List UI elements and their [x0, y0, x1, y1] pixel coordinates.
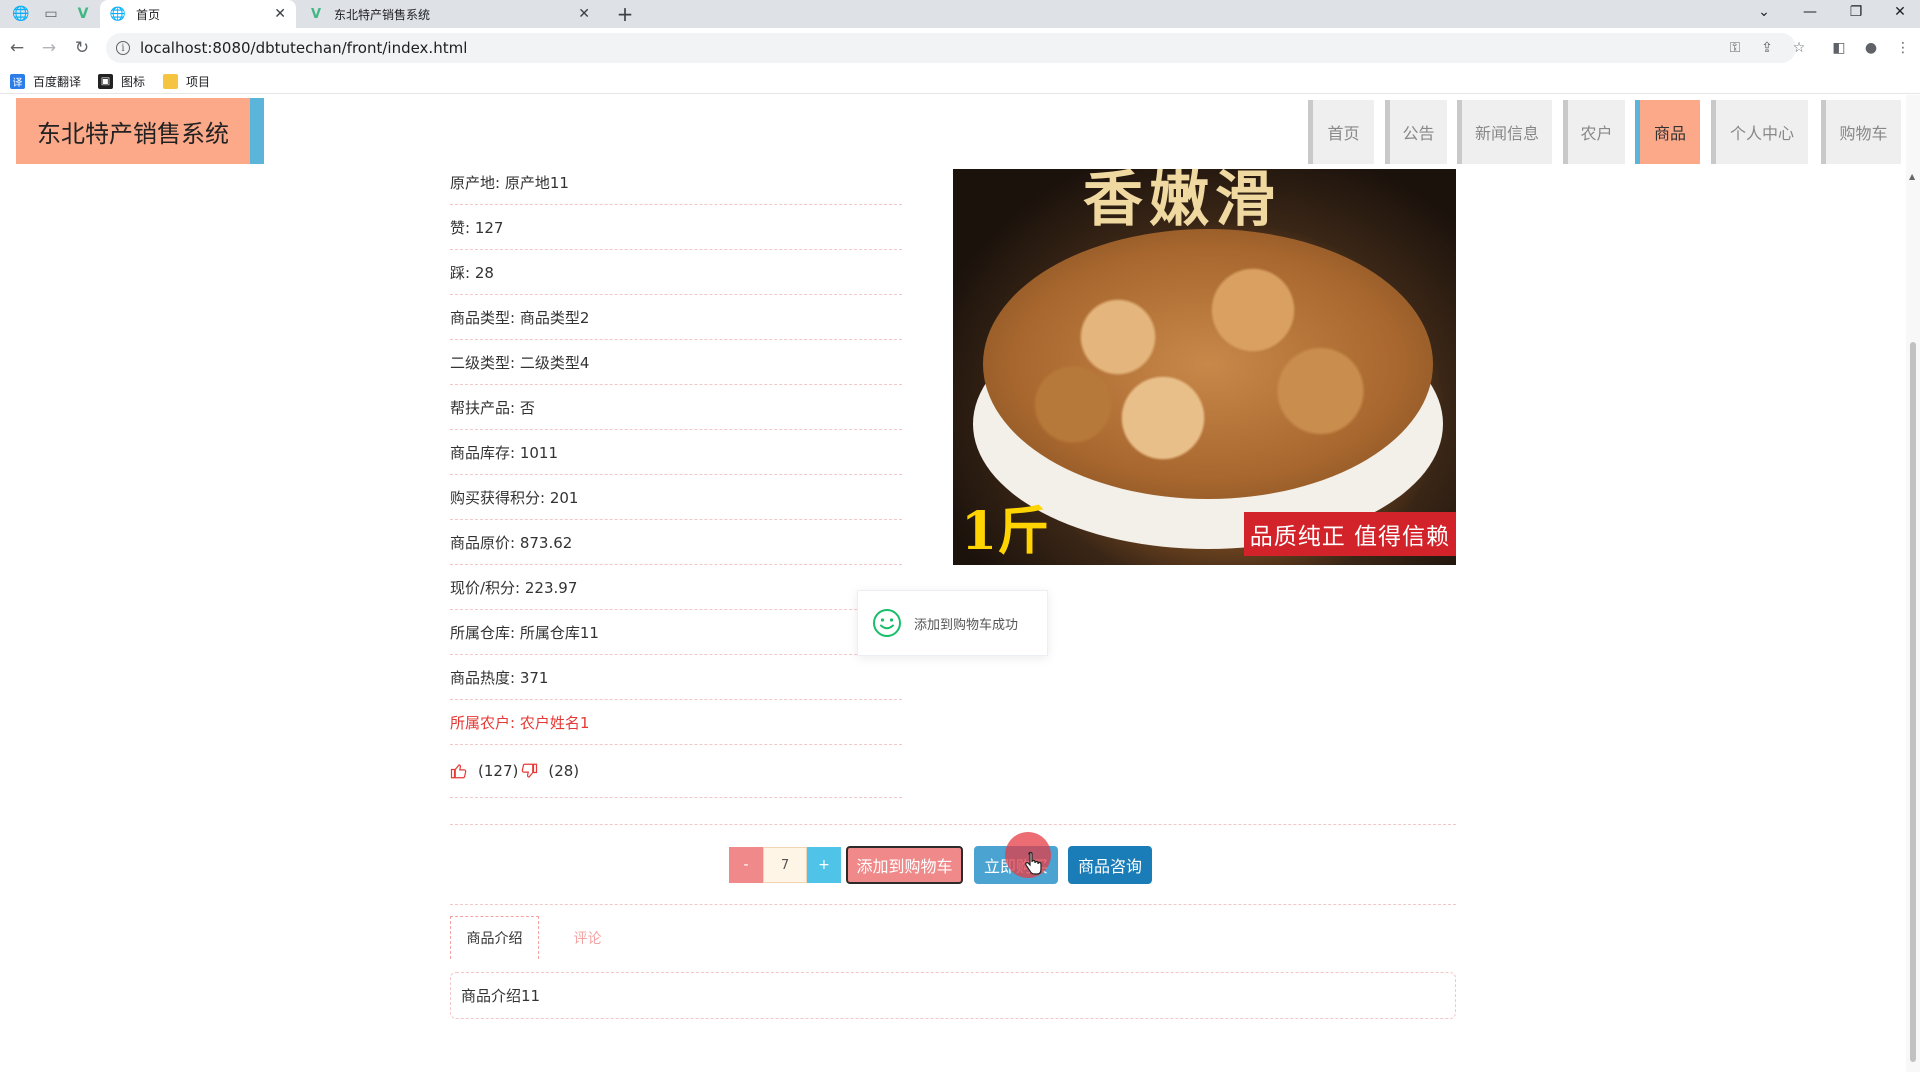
browser-menu-icon[interactable]: ⋮ — [1892, 37, 1914, 59]
field-current-price: 现价/积分: 223.97 — [450, 565, 902, 610]
pinned-tab-vue-icon[interactable]: V — [68, 2, 98, 26]
back-arrow-icon[interactable]: ← — [5, 36, 29, 60]
window-close-icon[interactable]: ✕ — [1880, 0, 1920, 24]
product-info-list: 原产地: 原产地11 赞: 127 踩: 28 商品类型: 商品类型2 二级类型… — [450, 160, 902, 798]
bookmark-baidu-translate[interactable]: 译 百度翻译 — [10, 73, 81, 90]
folder-icon — [163, 74, 178, 89]
tab-close-icon[interactable]: ✕ — [274, 6, 286, 22]
scroll-thumb[interactable] — [1910, 342, 1916, 1062]
vote-row: (127) (28) — [450, 745, 902, 798]
quantity-increase-button[interactable]: + — [807, 847, 841, 883]
bookmark-label: 图标 — [121, 75, 146, 89]
bookmarks-bar: 译 百度翻译 ▣ 图标 项目 — [0, 68, 1920, 94]
tab-comments[interactable]: 评论 — [550, 916, 625, 959]
reload-icon[interactable]: ↻ — [70, 36, 94, 60]
key-icon[interactable]: ⚿ — [1724, 37, 1746, 59]
bookmark-icons[interactable]: ▣ 图标 — [98, 73, 145, 90]
nav-item-news[interactable]: 新闻信息 — [1457, 100, 1552, 164]
field-product-type: 商品类型: 商品类型2 — [450, 295, 902, 340]
hand-cursor-icon — [1025, 852, 1042, 875]
image-mushroom-pile — [983, 229, 1433, 499]
field-dislikes: 踩: 28 — [450, 250, 902, 295]
browser-tab-title: 东北特产销售系统 — [334, 7, 431, 22]
profile-avatar-icon[interactable]: ● — [1860, 37, 1882, 59]
bookmark-folder-projects[interactable]: 项目 — [163, 73, 210, 90]
field-original-price: 商品原价: 873.62 — [450, 520, 902, 565]
pinned-tab-page-icon[interactable]: ▭ — [36, 2, 66, 26]
dislike-count: (28) — [548, 762, 580, 780]
bookmark-label: 项目 — [186, 75, 211, 89]
field-stock: 商品库存: 1011 — [450, 430, 902, 475]
scroll-up-arrow-icon[interactable]: ▲ — [1909, 172, 1915, 181]
page-content: 东北特产销售系统 首页 公告 新闻信息 农户 商品 个人中心 购物车 原产地: … — [0, 95, 1920, 1072]
success-toast: 添加到购物车成功 — [857, 590, 1048, 656]
page-scrollbar[interactable]: ▲ — [1906, 95, 1920, 1072]
smile-icon — [873, 609, 901, 637]
image-icon: ▣ — [98, 74, 113, 89]
tab-close-icon[interactable]: ✕ — [578, 6, 590, 22]
field-subtype: 二级类型: 二级类型4 — [450, 340, 902, 385]
field-likes: 赞: 127 — [450, 205, 902, 250]
globe-icon: 🌐 — [109, 6, 127, 22]
minimize-icon[interactable]: — — [1790, 0, 1830, 24]
field-assistance: 帮扶产品: 否 — [450, 385, 902, 430]
browser-tab-title: 首页 — [136, 7, 161, 22]
image-banner-text: 品质纯正 值得信赖 — [1243, 512, 1456, 556]
quantity-decrease-button[interactable]: - — [729, 847, 763, 883]
browser-tab-system[interactable]: V 东北特产销售系统 ✕ — [298, 0, 600, 28]
browser-toolbar: ← → ↻ i localhost:8080/dbtutechan/front/… — [0, 28, 1920, 68]
pinned-tab-globe-icon[interactable]: 🌐 — [6, 2, 36, 26]
tab-product-intro[interactable]: 商品介绍 — [450, 916, 539, 959]
field-origin: 原产地: 原产地11 — [450, 160, 902, 205]
browser-tab-home[interactable]: 🌐 首页 ✕ — [100, 0, 296, 28]
image-weight-text: 1斤 — [961, 501, 1050, 562]
image-title-text: 香嫩滑 — [1083, 169, 1281, 235]
product-description: 商品介绍11 — [450, 972, 1456, 1019]
divider — [450, 904, 1456, 905]
field-warehouse: 所属仓库: 所属仓库11 — [450, 610, 902, 655]
quantity-input[interactable]: 7 — [763, 847, 807, 883]
address-url[interactable]: localhost:8080/dbtutechan/front/index.ht… — [140, 39, 467, 57]
nav-item-products[interactable]: 商品 — [1635, 100, 1700, 164]
nav-item-farmers[interactable]: 农户 — [1563, 100, 1625, 164]
share-icon[interactable]: ⇪ — [1756, 37, 1778, 59]
field-farmer-link[interactable]: 所属农户: 农户姓名1 — [450, 700, 902, 745]
nav-item-cart[interactable]: 购物车 — [1821, 100, 1901, 164]
translate-icon: 译 — [10, 74, 25, 89]
restore-icon[interactable]: ❐ — [1836, 0, 1876, 24]
toast-message: 添加到购物车成功 — [914, 617, 1019, 633]
field-points-earned: 购买获得积分: 201 — [450, 475, 902, 520]
add-to-cart-button[interactable]: 添加到购物车 — [846, 846, 963, 884]
vue-icon: V — [310, 6, 322, 22]
site-info-icon[interactable]: i — [116, 41, 130, 55]
address-bar[interactable]: i localhost:8080/dbtutechan/front/index.… — [106, 33, 1796, 63]
new-tab-plus-icon[interactable]: + — [612, 2, 638, 26]
field-popularity: 商品热度: 371 — [450, 655, 902, 700]
star-bookmark-icon[interactable]: ☆ — [1788, 37, 1810, 59]
nav-item-personal-center[interactable]: 个人中心 — [1711, 100, 1808, 164]
consult-button[interactable]: 商品咨询 — [1068, 846, 1152, 884]
nav-item-home[interactable]: 首页 — [1308, 100, 1374, 164]
side-panel-icon[interactable]: ◧ — [1828, 37, 1850, 59]
site-logo[interactable]: 东北特产销售系统 — [16, 98, 264, 164]
thumbs-down-icon[interactable] — [520, 762, 538, 780]
nav-item-notice[interactable]: 公告 — [1385, 100, 1447, 164]
thumbs-up-icon[interactable] — [450, 762, 468, 780]
forward-arrow-icon[interactable]: → — [37, 36, 61, 60]
divider — [450, 824, 1456, 825]
bookmark-label: 百度翻译 — [33, 75, 82, 89]
like-count: (127) — [478, 762, 519, 780]
tab-search-chevron-icon[interactable]: ⌄ — [1744, 0, 1784, 24]
browser-tabstrip: 🌐 ▭ V 🌐 首页 ✕ V 东北特产销售系统 ✕ + ⌄ — ❐ ✕ — [0, 0, 1920, 28]
product-image: 香嫩滑 1斤 品质纯正 值得信赖 — [953, 169, 1456, 565]
